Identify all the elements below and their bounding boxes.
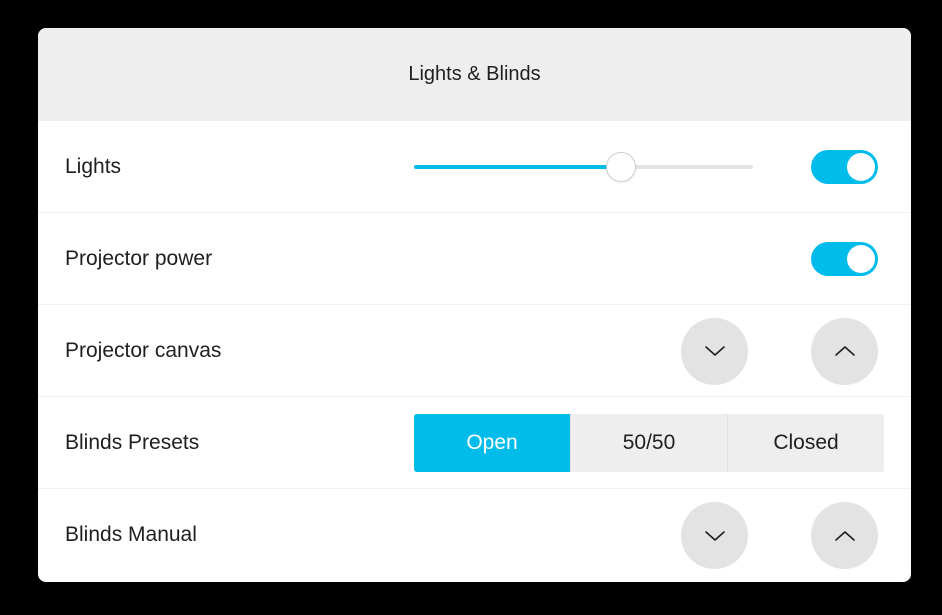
projector-canvas-label: Projector canvas xyxy=(65,338,222,362)
blinds-presets-segmented-control: Open 50/50 Closed xyxy=(414,413,884,472)
projector-power-label: Projector power xyxy=(65,246,213,270)
projector-canvas-up-button[interactable] xyxy=(811,317,878,385)
blinds-manual-down-button[interactable] xyxy=(681,502,748,569)
projector-power-toggle[interactable] xyxy=(811,241,878,276)
toggle-knob xyxy=(847,152,875,181)
row-projector-power: Projector power xyxy=(38,213,911,305)
blinds-manual-up-button[interactable] xyxy=(811,502,878,569)
lights-blinds-panel: Lights & Blinds Lights Projector power P… xyxy=(38,28,911,582)
lights-label: Lights xyxy=(65,154,122,178)
row-lights: Lights xyxy=(38,121,911,213)
preset-50-50-button[interactable]: 50/50 xyxy=(570,413,727,472)
preset-open-button[interactable]: Open xyxy=(414,413,570,472)
panel-title: Lights & Blinds xyxy=(408,63,541,85)
lights-slider[interactable] xyxy=(414,151,753,182)
row-blinds-presets: Blinds Presets Open 50/50 Closed xyxy=(38,397,911,489)
chevron-down-icon xyxy=(704,530,725,541)
row-blinds-manual: Blinds Manual xyxy=(38,489,911,581)
toggle-knob xyxy=(847,244,875,273)
preset-closed-button[interactable]: Closed xyxy=(727,413,884,472)
projector-canvas-down-button[interactable] xyxy=(681,317,748,385)
blinds-presets-label: Blinds Presets xyxy=(65,430,200,454)
chevron-down-icon xyxy=(704,346,725,356)
blinds-manual-label: Blinds Manual xyxy=(65,523,197,546)
lights-toggle[interactable] xyxy=(811,149,878,184)
chevron-up-icon xyxy=(834,346,855,356)
slider-fill xyxy=(414,164,621,169)
slider-thumb[interactable] xyxy=(605,151,636,182)
panel-header: Lights & Blinds xyxy=(38,28,911,121)
row-projector-canvas: Projector canvas xyxy=(38,305,911,397)
chevron-up-icon xyxy=(834,530,855,541)
